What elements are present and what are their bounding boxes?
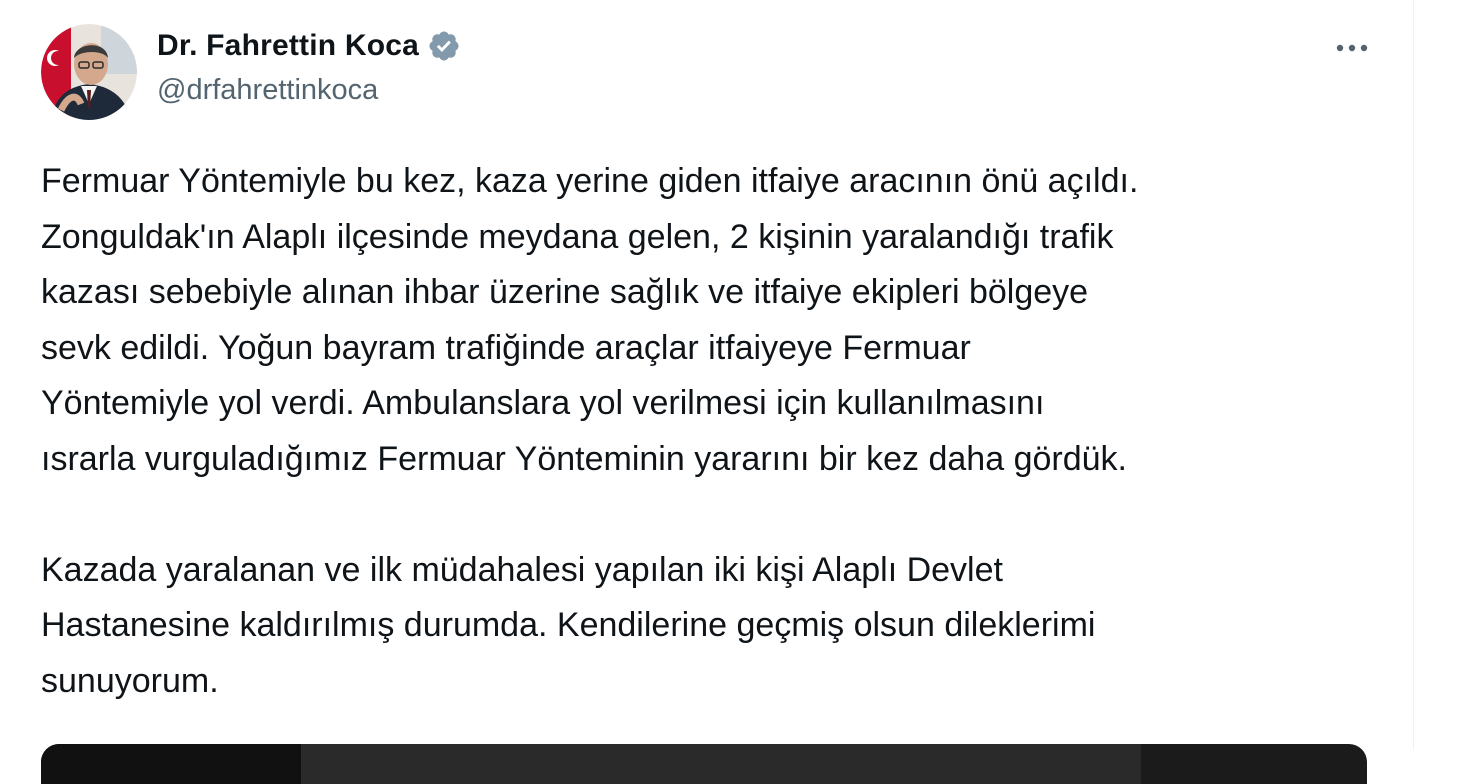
tweet-text-line: Fermuar Yöntemiyle bu kez, kaza yerine g… [41,162,1139,200]
tweet-text-line: Zonguldak'ın Alaplı ilçesinde meydana ge… [41,217,1114,256]
media-preview-image-region [301,744,1141,784]
tweet-text-line: Yöntemiyle yol verdi. Ambulanslara yol v… [41,384,1045,422]
verified-badge-icon[interactable] [427,29,461,63]
tweet-text: Fermuar Yöntemiyle bu kez, kaza yerine g… [41,154,1371,709]
more-options-button[interactable] [1328,26,1376,70]
profile-photo-icon [41,24,137,120]
tweet-text-line: Kazada yaralanan ve ilk müdahalesi yapıl… [41,550,1003,589]
tweet-card[interactable]: Dr. Fahrettin Koca @drfahrettinkoca Ferm… [0,0,1414,784]
handle[interactable]: @drfahrettinkoca [157,74,378,107]
media-preview[interactable] [41,744,1367,784]
avatar[interactable] [41,24,137,120]
tweet-text-line: kazası sebebiyle alınan ihbar üzerine sa… [41,273,1089,311]
display-name-row: Dr. Fahrettin Koca [157,24,461,68]
tweet-text-line: Hastanesine kaldırılmış durumda. Kendile… [41,606,1096,644]
display-name[interactable]: Dr. Fahrettin Koca [157,29,419,63]
tweet-text-line: sevk edildi. Yoğun bayram trafiğinde ara… [41,328,971,367]
media-preview-dark-region [41,744,301,784]
tweet-text-line: ısrarla vurguladığımız Fermuar Yöntemini… [41,439,1127,478]
more-horizontal-icon [1336,44,1368,52]
tweet-text-line: sunuyorum. [41,661,219,700]
